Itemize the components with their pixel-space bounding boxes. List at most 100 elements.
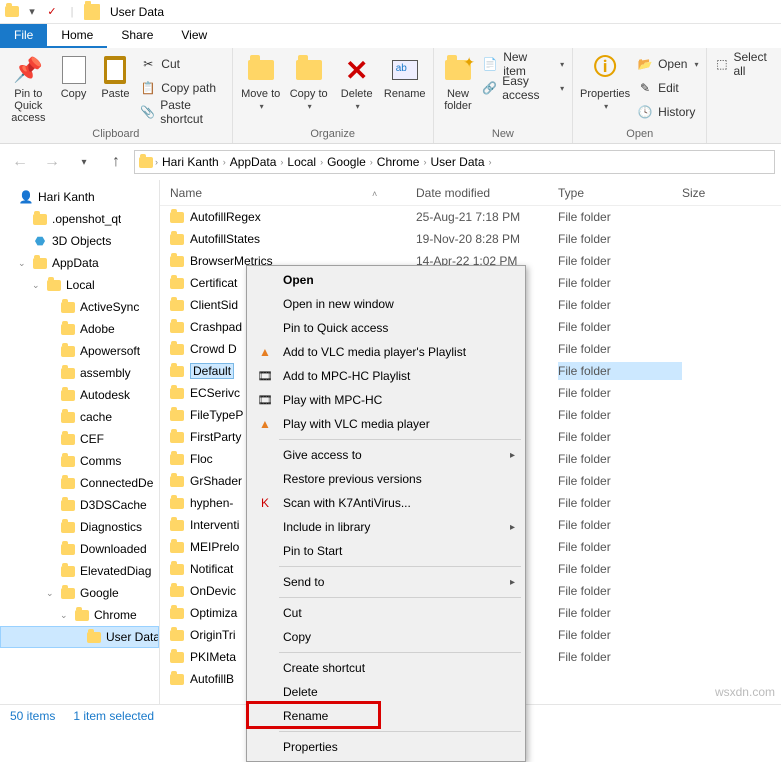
- tree-item[interactable]: Comms: [0, 450, 159, 472]
- paste-button[interactable]: Paste: [96, 50, 134, 124]
- ctx-mpc-play[interactable]: 🎞Play with MPC-HC: [249, 388, 523, 412]
- file-name: MEIPrelo: [190, 540, 239, 554]
- tree-item[interactable]: ⬣3D Objects: [0, 230, 159, 252]
- column-headers[interactable]: Name˄ Date modified Type Size: [160, 180, 781, 206]
- ctx-vlc-playlist[interactable]: ▲Add to VLC media player's Playlist: [249, 340, 523, 364]
- file-name: AutofillB: [190, 672, 234, 686]
- tree-item[interactable]: CEF: [0, 428, 159, 450]
- ctx-include-library[interactable]: Include in library: [249, 515, 523, 539]
- file-name: FirstParty: [190, 430, 241, 444]
- move-to-button[interactable]: Move to: [239, 50, 283, 111]
- paste-shortcut-button[interactable]: 📎Paste shortcut: [138, 102, 225, 122]
- ctx-vlc-play[interactable]: ▲Play with VLC media player: [249, 412, 523, 436]
- crumb[interactable]: Local: [285, 155, 318, 169]
- ctx-cut[interactable]: Cut: [249, 601, 523, 625]
- delete-button[interactable]: ✕ Delete: [335, 50, 379, 111]
- edit-button[interactable]: ✎Edit: [635, 78, 700, 98]
- col-size[interactable]: Size: [682, 186, 781, 200]
- ctx-delete[interactable]: Delete: [249, 680, 523, 704]
- crumb[interactable]: Hari Kanth: [160, 155, 221, 169]
- col-name[interactable]: Name˄: [160, 186, 416, 200]
- ctx-pin-quick-access[interactable]: Pin to Quick access: [249, 316, 523, 340]
- tree-item[interactable]: ⌄Google: [0, 582, 159, 604]
- tree-item[interactable]: cache: [0, 406, 159, 428]
- nav-tree[interactable]: 👤Hari Kanth.openshot_qt⬣3D Objects⌄AppDa…: [0, 180, 160, 704]
- tree-item[interactable]: ConnectedDe: [0, 472, 159, 494]
- nav-recent-button[interactable]: ▾: [70, 148, 98, 176]
- new-item-button[interactable]: 📄New item: [480, 54, 566, 74]
- address-bar[interactable]: › Hari Kanth› AppData› Local› Google› Ch…: [134, 150, 775, 174]
- copy-to-button[interactable]: Copy to: [287, 50, 331, 111]
- history-button[interactable]: 🕓History: [635, 102, 700, 122]
- tree-item[interactable]: ⌄AppData: [0, 252, 159, 274]
- crumb[interactable]: User Data: [428, 155, 486, 169]
- easy-access-button[interactable]: 🔗Easy access: [480, 78, 566, 98]
- file-type: File folder: [558, 450, 682, 468]
- tree-item[interactable]: ⌄Local: [0, 274, 159, 296]
- qat-props-icon[interactable]: ✓: [44, 4, 60, 20]
- nav-up-button[interactable]: ↑: [102, 148, 130, 176]
- ctx-mpc-playlist[interactable]: 🎞Add to MPC-HC Playlist: [249, 364, 523, 388]
- nav-back-button[interactable]: ←: [6, 148, 34, 176]
- folder-icon: [170, 256, 184, 267]
- ctx-give-access[interactable]: Give access to: [249, 443, 523, 467]
- tab-file[interactable]: File: [0, 24, 47, 48]
- tree-item[interactable]: ElevatedDiag: [0, 560, 159, 582]
- tree-item[interactable]: Apowersoft: [0, 340, 159, 362]
- col-date[interactable]: Date modified: [416, 186, 558, 200]
- tab-share[interactable]: Share: [107, 24, 167, 48]
- cut-button[interactable]: ✂Cut: [138, 54, 225, 74]
- tree-item-label: 3D Objects: [52, 234, 111, 248]
- tree-item[interactable]: Diagnostics: [0, 516, 159, 538]
- tab-home[interactable]: Home: [47, 24, 107, 48]
- file-type: File folder: [558, 252, 682, 270]
- tree-item[interactable]: User Data: [0, 626, 159, 648]
- file-row[interactable]: AutofillRegex25-Aug-21 7:18 PMFile folde…: [160, 206, 781, 228]
- ctx-separator: [279, 566, 521, 567]
- file-row[interactable]: AutofillStates19-Nov-20 8:28 PMFile fold…: [160, 228, 781, 250]
- crumb[interactable]: Google: [325, 155, 368, 169]
- pin-quick-access-button[interactable]: 📌 Pin to Quick access: [6, 50, 51, 124]
- ctx-rename[interactable]: Rename: [249, 704, 523, 728]
- tree-item[interactable]: 👤Hari Kanth: [0, 186, 159, 208]
- select-all-button[interactable]: ⬚Select all: [713, 54, 775, 74]
- ctx-open-new-window[interactable]: Open in new window: [249, 292, 523, 316]
- tree-item[interactable]: .openshot_qt: [0, 208, 159, 230]
- pin-icon: 📌: [13, 56, 43, 85]
- qat-dropdown-icon[interactable]: ▾: [24, 4, 40, 20]
- properties-button[interactable]: 🛈 Properties: [579, 50, 631, 122]
- folder-icon: [170, 674, 184, 685]
- ctx-properties[interactable]: Properties: [249, 735, 523, 759]
- tab-view[interactable]: View: [167, 24, 221, 48]
- tree-item[interactable]: ⌄Chrome: [0, 604, 159, 626]
- copy-button[interactable]: Copy: [55, 50, 93, 124]
- ctx-copy[interactable]: Copy: [249, 625, 523, 649]
- col-type[interactable]: Type: [558, 186, 682, 200]
- tree-item-label: Diagnostics: [80, 520, 142, 534]
- ribbon: 📌 Pin to Quick access Copy Paste ✂Cut 📋C…: [0, 48, 781, 144]
- file-name: FileTypeP: [190, 408, 243, 422]
- new-folder-button[interactable]: ✦ New folder: [440, 50, 477, 112]
- tree-item-label: Local: [66, 278, 95, 292]
- ctx-restore-versions[interactable]: Restore previous versions: [249, 467, 523, 491]
- tree-item[interactable]: assembly: [0, 362, 159, 384]
- tree-item[interactable]: Downloaded: [0, 538, 159, 560]
- group-new: ✦ New folder 📄New item 🔗Easy access New: [434, 48, 573, 143]
- tree-item[interactable]: D3DSCache: [0, 494, 159, 516]
- rename-button[interactable]: Rename: [383, 50, 427, 111]
- ctx-open[interactable]: Open: [249, 268, 523, 292]
- copy-path-button[interactable]: 📋Copy path: [138, 78, 225, 98]
- crumb[interactable]: AppData: [228, 155, 279, 169]
- tree-item[interactable]: Autodesk: [0, 384, 159, 406]
- open-button[interactable]: 📂Open: [635, 54, 700, 74]
- ctx-create-shortcut[interactable]: Create shortcut: [249, 656, 523, 680]
- chevron-right-icon[interactable]: ›: [155, 157, 158, 167]
- tree-item[interactable]: Adobe: [0, 318, 159, 340]
- ctx-scan-antivirus[interactable]: KScan with K7AntiVirus...: [249, 491, 523, 515]
- tree-item[interactable]: ActiveSync: [0, 296, 159, 318]
- file-name: Notificat: [190, 562, 233, 576]
- crumb[interactable]: Chrome: [375, 155, 422, 169]
- ctx-pin-start[interactable]: Pin to Start: [249, 539, 523, 563]
- nav-forward-button[interactable]: →: [38, 148, 66, 176]
- ctx-send-to[interactable]: Send to: [249, 570, 523, 594]
